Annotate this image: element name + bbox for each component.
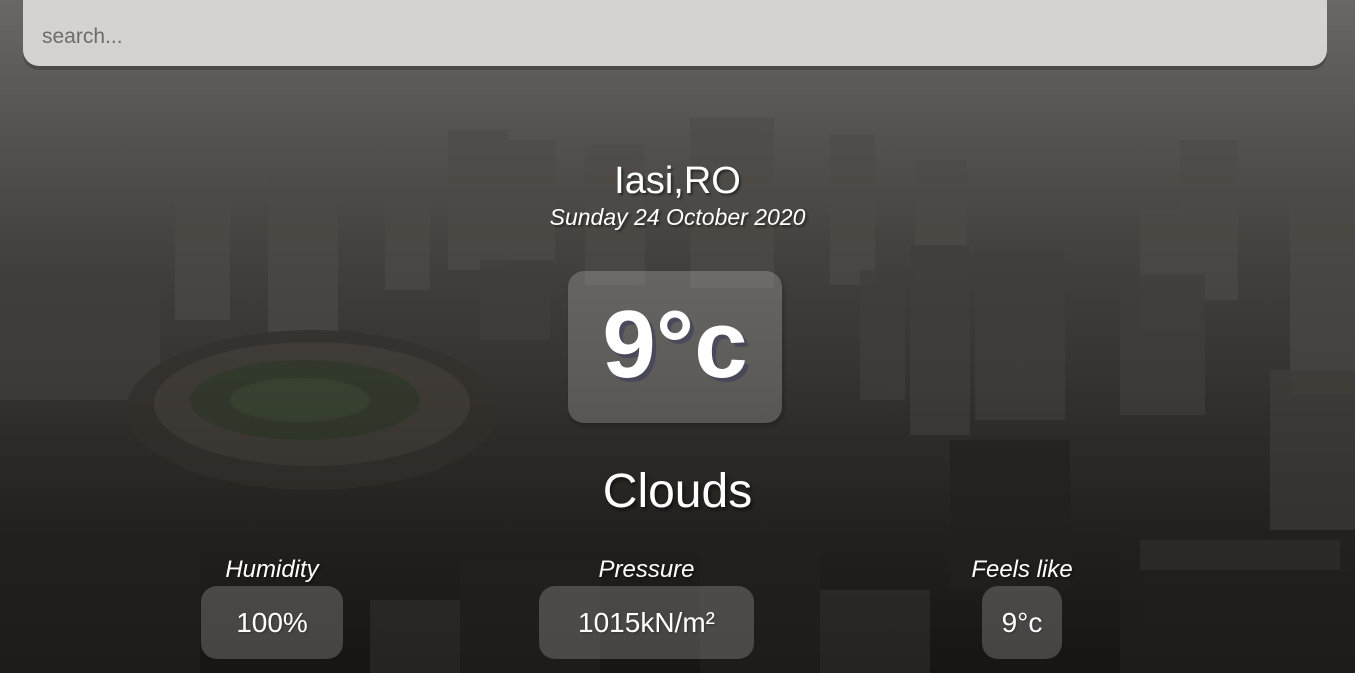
city-name: Iasi,RO: [614, 160, 741, 202]
pressure-label: Pressure: [598, 556, 695, 583]
pressure-value: 1015kN/m²: [539, 586, 754, 659]
humidity-label: Humidity: [225, 556, 319, 583]
humidity-value: 100%: [201, 586, 343, 659]
feels-like-label: Feels like: [971, 556, 1073, 583]
temperature-value: 9°c: [602, 291, 748, 398]
feels-like-value: 9°c: [982, 586, 1062, 659]
temperature-card: 9°c: [568, 271, 782, 423]
weather-condition: Clouds: [602, 465, 753, 518]
pressure-stat: Pressure 1015kN/m²: [539, 556, 754, 659]
humidity-stat: Humidity 100%: [201, 556, 343, 659]
search-input[interactable]: [23, 0, 1327, 66]
current-date: Sunday 24 October 2020: [549, 204, 806, 230]
feels-like-stat: Feels like 9°c: [968, 556, 1076, 659]
